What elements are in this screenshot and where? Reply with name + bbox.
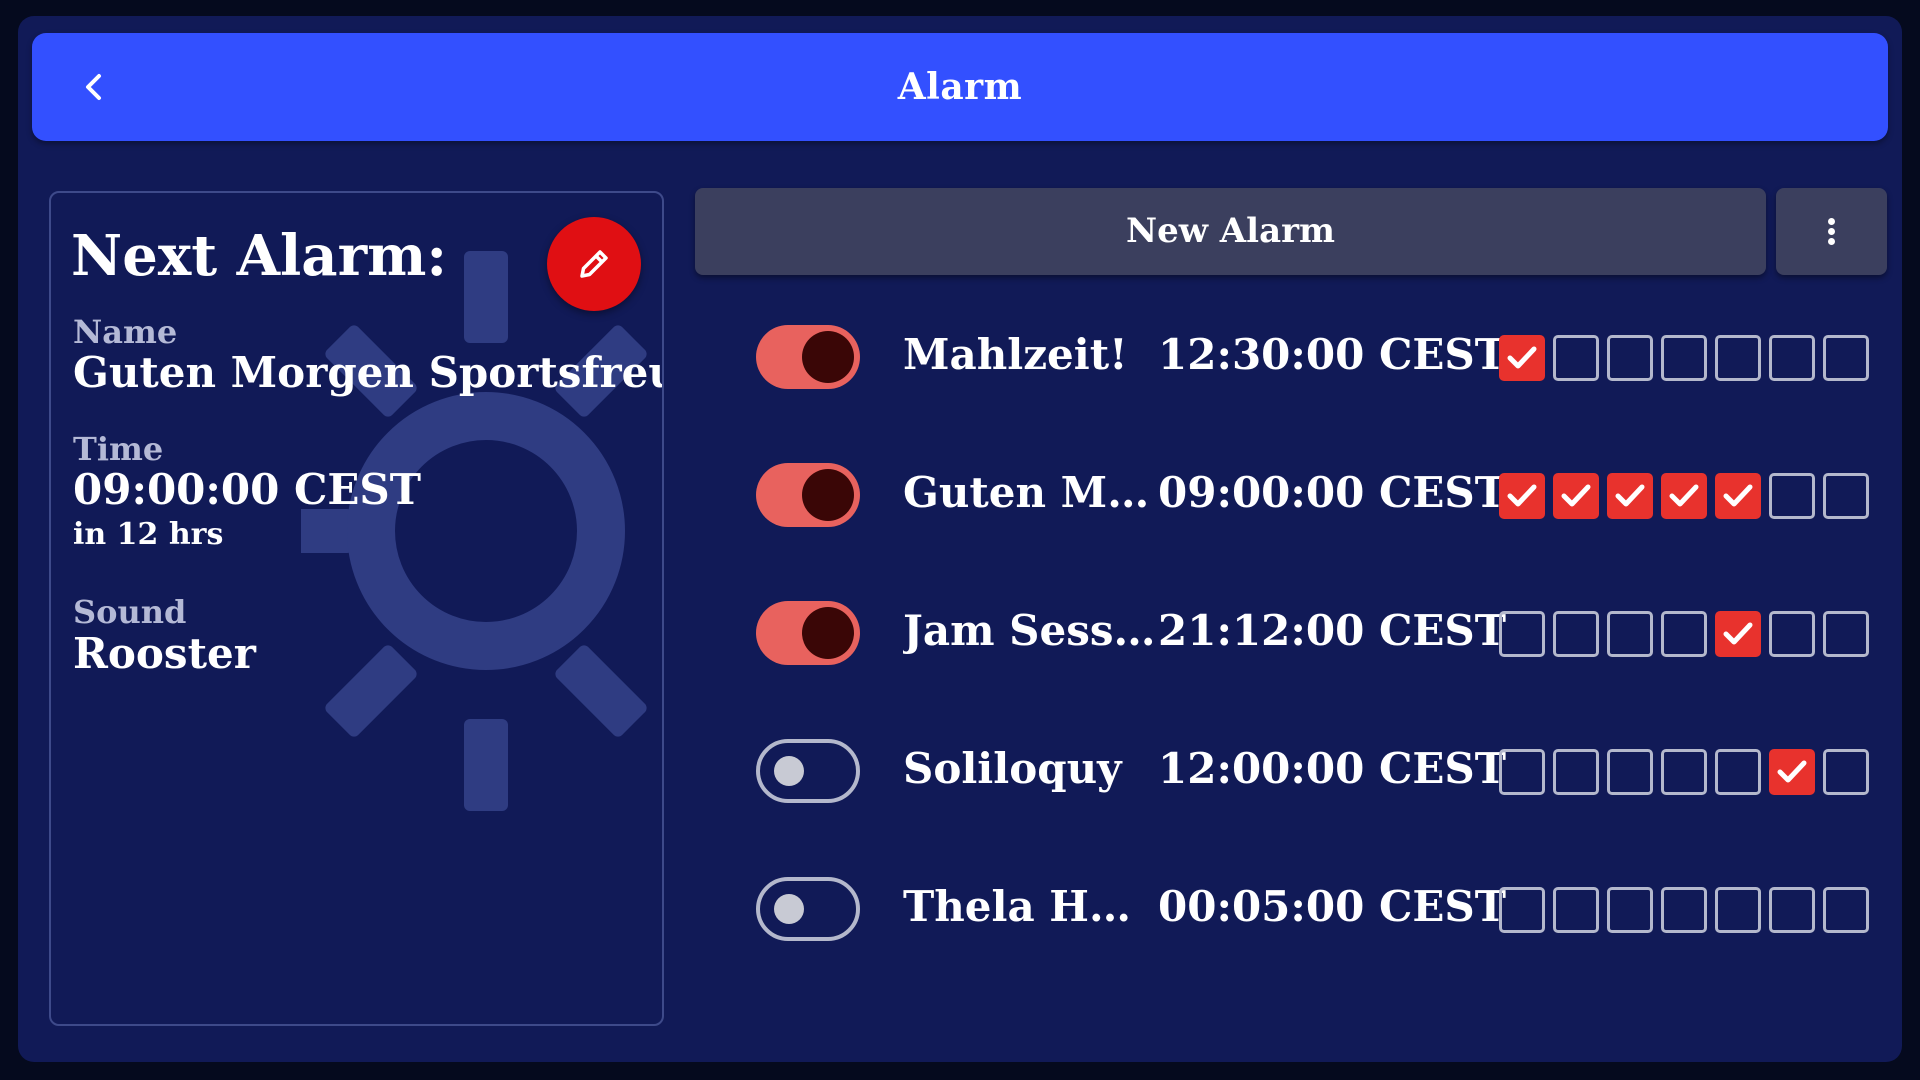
toggle-knob [802, 607, 854, 659]
alarm-toggle[interactable] [756, 877, 860, 941]
alarm-toggle[interactable] [756, 325, 860, 389]
weekday-checkbox[interactable] [1715, 887, 1761, 933]
weekday-checkbox[interactable] [1823, 473, 1869, 519]
next-alarm-heading: Next Alarm: [71, 223, 448, 289]
weekday-checkbox[interactable] [1607, 749, 1653, 795]
weekday-checkbox[interactable] [1661, 749, 1707, 795]
weekday-checkbox[interactable] [1769, 749, 1815, 795]
checkmark-icon [1777, 760, 1807, 783]
next-alarm-card: Next Alarm: Name Guten Morgen Sportsfreu… [49, 191, 664, 1026]
checkmark-icon [1507, 346, 1537, 369]
alarm-row: Mahlzeit! 12:30:00 CEST [738, 313, 1878, 393]
weekday-checkbox[interactable] [1499, 749, 1545, 795]
weekday-checkbox[interactable] [1715, 749, 1761, 795]
toggle-knob [802, 331, 854, 383]
weekday-checkbox[interactable] [1553, 335, 1599, 381]
alarm-row: Guten Morge...09:00:00 CEST [738, 451, 1878, 531]
weekday-checkbox[interactable] [1661, 887, 1707, 933]
weekday-checkbox[interactable] [1553, 473, 1599, 519]
weekday-checkbox[interactable] [1499, 335, 1545, 381]
weekday-checkbox[interactable] [1823, 887, 1869, 933]
alarm-toggle[interactable] [756, 463, 860, 527]
weekday-checkbox[interactable] [1661, 611, 1707, 657]
weekday-checkbox[interactable] [1553, 887, 1599, 933]
name-value: Guten Morgen Sportsfreund! [73, 348, 662, 397]
page-title: Alarm [897, 66, 1023, 108]
weekday-checkbox[interactable] [1661, 473, 1707, 519]
weekday-checkbox[interactable] [1499, 887, 1545, 933]
weekday-checkbox[interactable] [1553, 611, 1599, 657]
checkmark-icon [1615, 484, 1645, 507]
weekday-checkbox[interactable] [1607, 611, 1653, 657]
alarm-row: Jam Session21:12:00 CEST [738, 589, 1878, 669]
weekday-checkbox[interactable] [1823, 335, 1869, 381]
alarm-row: Thela Hun Gi...00:05:00 CEST [738, 865, 1878, 945]
alarm-time: 09:00:00 CEST [1158, 468, 1506, 517]
weekday-checkbox[interactable] [1553, 749, 1599, 795]
weekday-checkbox[interactable] [1769, 611, 1815, 657]
weekday-checkbox[interactable] [1715, 335, 1761, 381]
time-relative: in 12 hrs [73, 517, 224, 552]
weekday-checkbox[interactable] [1661, 335, 1707, 381]
alarm-name[interactable]: Guten Morge... [903, 451, 1158, 531]
edit-button[interactable] [547, 217, 641, 311]
sound-label: Sound [73, 593, 187, 631]
alarm-name[interactable]: Jam Session [903, 589, 1158, 669]
time-value: 09:00:00 CEST [73, 465, 421, 514]
pencil-icon [580, 250, 608, 278]
weekday-checkbox[interactable] [1607, 473, 1653, 519]
weekday-checkbox[interactable] [1499, 611, 1545, 657]
weekday-checkbox[interactable] [1715, 473, 1761, 519]
alarm-time: 00:05:00 CEST [1158, 882, 1506, 931]
app-bar: Alarm [32, 33, 1888, 141]
toggle-knob [774, 756, 804, 786]
toggle-knob [802, 469, 854, 521]
checkmark-icon [1669, 484, 1699, 507]
new-alarm-button[interactable]: New Alarm [695, 188, 1766, 275]
alarm-time: 12:30:00 CEST [1158, 330, 1506, 379]
sun-icon [301, 251, 647, 811]
weekday-checkbox[interactable] [1769, 335, 1815, 381]
weekday-checkbox[interactable] [1607, 335, 1653, 381]
weekday-checkbox[interactable] [1715, 611, 1761, 657]
time-label: Time [73, 430, 164, 468]
checkmark-icon [1561, 484, 1591, 507]
sound-value: Rooster [73, 629, 256, 678]
name-label: Name [73, 313, 178, 351]
weekday-checkbox[interactable] [1823, 749, 1869, 795]
alarm-name[interactable]: Mahlzeit! [903, 313, 1158, 393]
checkmark-icon [1723, 622, 1753, 645]
weekday-checkbox[interactable] [1823, 611, 1869, 657]
weekday-checkbox[interactable] [1499, 473, 1545, 519]
more-menu-button[interactable] [1776, 188, 1887, 275]
weekday-checkbox[interactable] [1769, 473, 1815, 519]
alarm-name[interactable]: Soliloquy [903, 727, 1158, 807]
weekday-checkbox[interactable] [1769, 887, 1815, 933]
alarm-toggle[interactable] [756, 601, 860, 665]
toggle-knob [774, 894, 804, 924]
checkmark-icon [1507, 484, 1537, 507]
alarm-name[interactable]: Thela Hun Gi... [903, 865, 1158, 945]
weekday-checkbox[interactable] [1607, 887, 1653, 933]
app-window: Alarm Next Alarm: Name Guten Morgen Spor… [18, 16, 1902, 1062]
checkmark-icon [1723, 484, 1753, 507]
alarm-row: Soliloquy 12:00:00 CEST [738, 727, 1878, 807]
alarm-time: 21:12:00 CEST [1158, 606, 1506, 655]
alarm-time: 12:00:00 CEST [1158, 744, 1506, 793]
alarm-toggle[interactable] [756, 739, 860, 803]
